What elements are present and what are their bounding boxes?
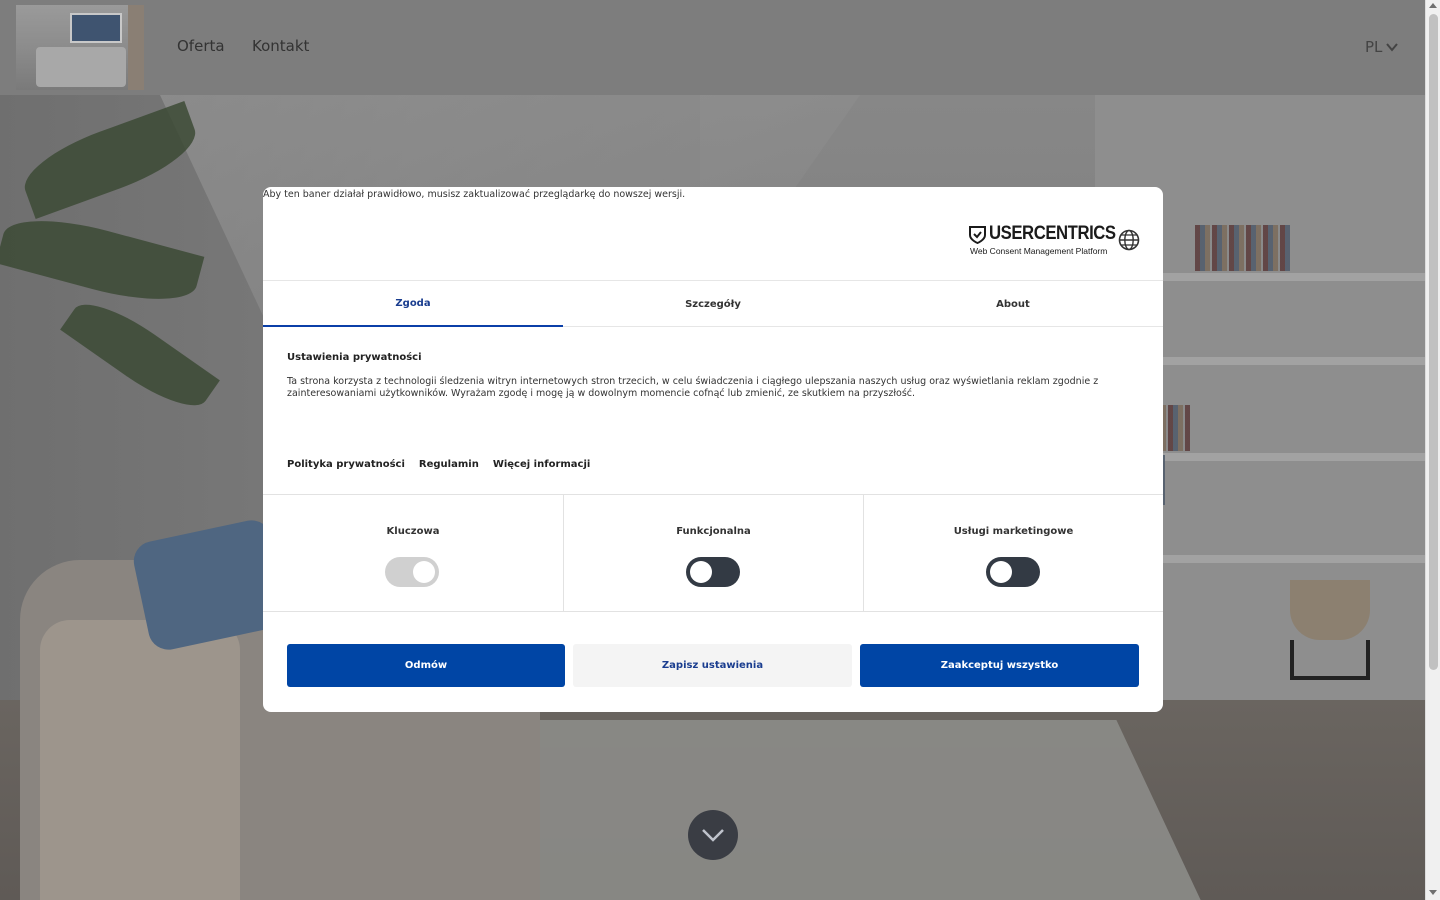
scroll-up-arrow-icon[interactable]	[1429, 3, 1437, 8]
blanket	[40, 620, 240, 900]
shield-icon	[969, 226, 986, 244]
chevron-down-icon	[702, 829, 724, 842]
page-scrollbar[interactable]	[1425, 0, 1440, 900]
consent-links: Polityka prywatności Regulamin Więcej in…	[287, 459, 590, 470]
nav-oferta[interactable]: Oferta	[177, 37, 225, 55]
brand-name: USERCENTRICS	[989, 223, 1116, 244]
save-settings-button[interactable]: Zapisz ustawienia	[573, 644, 852, 687]
chevron-down-icon[interactable]	[1386, 42, 1398, 52]
tab-zgoda[interactable]: Zgoda	[263, 281, 563, 327]
toggle-knob	[990, 561, 1012, 583]
scroll-down-arrow-icon[interactable]	[1429, 890, 1437, 895]
consent-categories: Kluczowa Funkcjonalna Usługi marketingow…	[263, 494, 1163, 612]
section-text: Ta strona korzysta z technologii śledzen…	[287, 376, 1099, 399]
language-selector[interactable]: PL	[1365, 38, 1382, 56]
tab-szczegoly[interactable]: Szczegóły	[563, 281, 863, 327]
consent-content: Ustawienia prywatności Ta strona korzyst…	[287, 352, 1137, 400]
logo-curtain	[128, 5, 144, 90]
plant-pot	[1290, 580, 1370, 640]
site-header: Oferta Kontakt PL	[0, 0, 1425, 95]
category-label: Funkcjonalna	[676, 526, 751, 537]
section-title: Ustawienia prywatności	[287, 352, 422, 363]
scroll-thumb[interactable]	[1429, 14, 1438, 670]
nav-kontakt[interactable]: Kontakt	[252, 37, 309, 55]
terms-link[interactable]: Regulamin	[419, 459, 479, 470]
scroll-down-button[interactable]	[688, 810, 738, 860]
logo-bed	[36, 47, 126, 87]
globe-icon[interactable]	[1118, 229, 1140, 251]
books	[1195, 225, 1290, 271]
browser-warning: Aby ten baner działał prawidłowo, musisz…	[263, 189, 686, 200]
toggle-knob	[413, 561, 435, 583]
logo-frame	[70, 13, 122, 43]
category-label: Kluczowa	[386, 526, 440, 537]
rug	[430, 720, 1210, 900]
essential-toggle	[385, 557, 439, 587]
deny-button[interactable]: Odmów	[287, 644, 565, 687]
category-label: Usługi marketingowe	[953, 526, 1074, 537]
usercentrics-logo: USERCENTRICS Web Consent Management Plat…	[969, 223, 1116, 257]
site-logo[interactable]	[16, 5, 144, 90]
toggle-knob	[690, 561, 712, 583]
consent-tabs: Zgoda Szczegóły About	[263, 280, 1163, 327]
marketing-toggle[interactable]	[986, 557, 1040, 587]
category-functional: Funkcjonalna	[563, 495, 863, 612]
more-info-link[interactable]: Więcej informacji	[493, 459, 591, 470]
tab-about[interactable]: About	[863, 281, 1163, 327]
plant-stand	[1290, 640, 1370, 680]
consent-dialog: Aby ten baner działał prawidłowo, musisz…	[263, 187, 1163, 712]
category-marketing: Usługi marketingowe	[863, 495, 1163, 612]
brand-subtitle: Web Consent Management Platform	[970, 246, 1108, 256]
functional-toggle[interactable]	[686, 557, 740, 587]
category-essential: Kluczowa	[263, 495, 563, 612]
accept-all-button[interactable]: Zaakceptuj wszystko	[860, 644, 1139, 687]
privacy-policy-link[interactable]: Polityka prywatności	[287, 459, 405, 470]
